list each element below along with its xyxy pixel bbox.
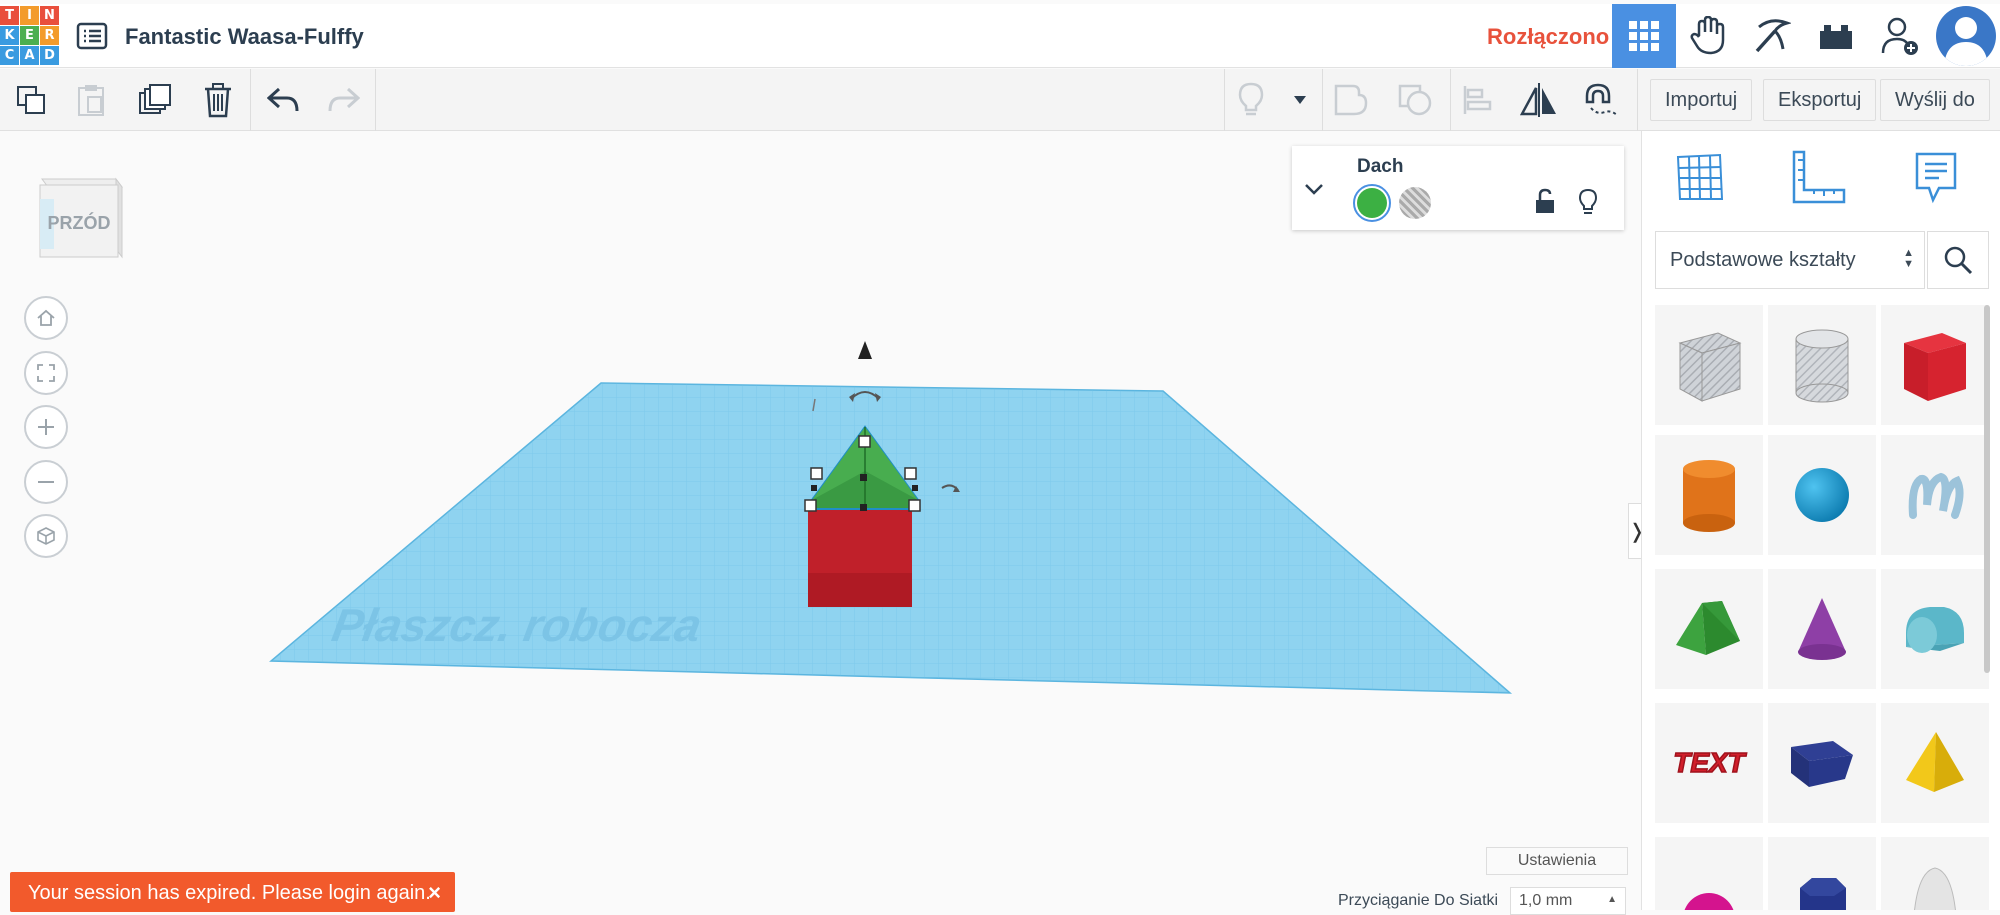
ungroup-icon[interactable] — [1394, 79, 1436, 121]
logo-letter: A — [20, 46, 39, 65]
logo-letter: R — [40, 26, 59, 45]
design-title[interactable]: Fantastic Waasa-Fulffy — [125, 24, 364, 50]
solid-color-button[interactable] — [1353, 184, 1391, 222]
cylinder-shape[interactable] — [1655, 435, 1763, 555]
logo-letter: T — [0, 6, 19, 25]
snap-grid-label: Przyciąganie Do Siatki — [1338, 892, 1499, 909]
3d-viewport[interactable]: Płaszcz. robocza PRZÓD — [0, 131, 1640, 910]
logo-letter: I — [20, 6, 39, 25]
hole-button[interactable] — [1399, 187, 1431, 219]
workplane-label: Płaszcz. robocza — [328, 599, 705, 651]
connection-status: Rozłączono — [1487, 24, 1610, 49]
close-icon[interactable]: × — [428, 880, 441, 906]
workplane-scene[interactable]: Płaszcz. robocza — [0, 131, 1640, 910]
half-sphere-shape[interactable] — [1655, 837, 1763, 910]
edit-toolbar: Importuj Eksportuj Wyślij do — [0, 69, 2000, 131]
text-shape[interactable]: TEXT — [1655, 703, 1763, 823]
text-shape-label: TEXT — [1673, 747, 1747, 778]
solid-color-swatch — [1357, 188, 1387, 218]
shape-name[interactable]: Dach — [1357, 156, 1403, 178]
box-hole-shape[interactable] — [1655, 305, 1763, 425]
lock-icon[interactable] — [1534, 188, 1556, 219]
pickaxe-icon[interactable] — [1740, 4, 1804, 68]
export-button[interactable]: Eksportuj — [1763, 79, 1877, 121]
visibility-bulb-icon[interactable] — [1578, 188, 1598, 221]
workplane-grid-icon[interactable] — [1668, 145, 1732, 209]
view-cube-label: PRZÓD — [48, 212, 111, 233]
undo-icon[interactable] — [262, 79, 304, 121]
logo-letter: D — [40, 46, 59, 65]
box-shape[interactable] — [1881, 305, 1989, 425]
snap-grid-value: 1,0 mm — [1519, 892, 1573, 909]
shape-library-value: Podstawowe kształty — [1670, 249, 1856, 271]
align-icon[interactable] — [1456, 79, 1498, 121]
bricks-icon[interactable] — [1804, 4, 1868, 68]
select-arrow-icon: ▲ — [1607, 894, 1617, 905]
search-icon — [1944, 246, 1973, 275]
paste-icon[interactable] — [70, 79, 112, 121]
zoom-in-icon[interactable] — [24, 405, 68, 449]
import-button[interactable]: Importuj — [1650, 79, 1753, 121]
logo-letter: C — [0, 46, 19, 65]
search-button[interactable] — [1927, 231, 1989, 289]
ruler-icon[interactable] — [1786, 145, 1850, 209]
shape-properties-panel: Dach — [1292, 146, 1624, 230]
session-expired-toast: Your session has expired. Please login a… — [10, 872, 455, 912]
redo-icon[interactable] — [323, 79, 365, 121]
shapes-grid: TEXT — [1655, 305, 1990, 910]
shapes-sidebar: Podstawowe kształty ▲ ▼ TEXT — [1641, 131, 2000, 910]
toast-message: Your session has expired. Please login a… — [28, 882, 431, 904]
copy-icon[interactable] — [10, 79, 52, 121]
cone-shape[interactable] — [1768, 569, 1876, 689]
perspective-icon[interactable] — [24, 514, 68, 558]
send-to-button[interactable]: Wyślij do — [1880, 79, 1990, 121]
sidebar-scrollbar[interactable] — [1984, 305, 1990, 673]
shape-library-select[interactable]: Podstawowe kształty ▲ ▼ — [1655, 231, 1925, 289]
sphere-shape[interactable] — [1768, 435, 1876, 555]
view-cube[interactable]: PRZÓD — [36, 169, 124, 269]
roof-shape[interactable] — [1655, 569, 1763, 689]
round-roof-shape[interactable] — [1881, 569, 1989, 689]
mirror-icon[interactable] — [1518, 79, 1560, 121]
logo-letter: K — [0, 26, 19, 45]
chevron-down-icon[interactable] — [1278, 79, 1322, 121]
home-view-icon[interactable] — [24, 296, 68, 340]
cylinder-hole-shape[interactable] — [1768, 305, 1876, 425]
3d-view-grid-icon[interactable] — [1612, 4, 1676, 68]
select-arrows-icon: ▲ ▼ — [1903, 247, 1914, 270]
logo-letter: E — [20, 26, 39, 45]
blocks-hand-icon[interactable] — [1676, 4, 1740, 68]
design-list-icon[interactable] — [76, 20, 108, 52]
top-bar: T I N K E R C A D Fantastic Waasa-Fulffy… — [0, 4, 2000, 68]
user-avatar[interactable] — [1936, 6, 1996, 66]
zoom-out-icon[interactable] — [24, 460, 68, 504]
duplicate-icon[interactable] — [134, 79, 176, 121]
logo-letter: N — [40, 6, 59, 25]
group-icon[interactable] — [1330, 79, 1372, 121]
magnet-icon[interactable] — [1580, 79, 1622, 121]
polygon-shape[interactable] — [1768, 837, 1876, 910]
paraboloid-shape[interactable] — [1881, 837, 1989, 910]
trash-icon[interactable] — [197, 79, 239, 121]
scribble-shape[interactable] — [1881, 435, 1989, 555]
add-user-icon[interactable] — [1868, 4, 1932, 68]
wedge-shape[interactable] — [1768, 703, 1876, 823]
pyramid-shape[interactable] — [1881, 703, 1989, 823]
notes-icon[interactable] — [1904, 145, 1968, 209]
lightbulb-icon[interactable] — [1230, 79, 1272, 121]
height-handle — [858, 341, 872, 359]
fit-view-icon[interactable] — [24, 351, 68, 395]
settings-button[interactable]: Ustawienia — [1486, 847, 1628, 875]
snap-grid-select[interactable]: 1,0 mm ▲ — [1510, 887, 1626, 915]
collapse-chevron-icon[interactable] — [1304, 182, 1324, 200]
tinkercad-logo[interactable]: T I N K E R C A D — [0, 6, 59, 66]
